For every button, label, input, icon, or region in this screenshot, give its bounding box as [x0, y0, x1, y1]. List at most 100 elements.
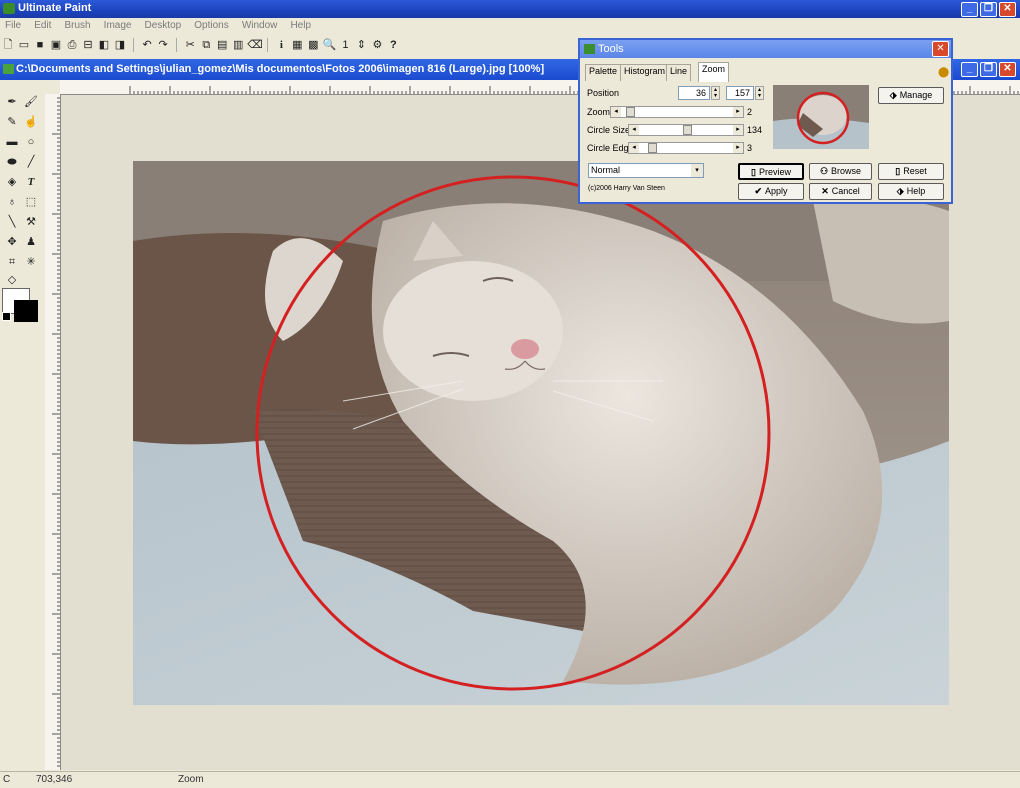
menu-desktop[interactable]: Desktop	[140, 18, 187, 31]
zoom-icon[interactable]: 🔍	[322, 38, 337, 52]
open-icon[interactable]: ▭	[17, 38, 31, 52]
hammer-icon[interactable]: ⚒	[23, 214, 39, 230]
restore-button[interactable]: ❐	[980, 2, 997, 17]
zoom-slider[interactable]: ◂ ▸	[610, 106, 744, 118]
app-logo-icon	[3, 3, 15, 14]
tools-dialog-title-bar[interactable]: Tools ✕	[580, 40, 951, 58]
tab-histogram[interactable]: Histogram	[620, 64, 670, 81]
print-preview-icon[interactable]: ⊟	[81, 38, 95, 52]
close-button[interactable]: ✕	[999, 2, 1016, 17]
menu-options[interactable]: Options	[189, 18, 233, 31]
airbrush-icon[interactable]: ✎	[4, 114, 20, 130]
sparkle-icon[interactable]: ✳	[23, 254, 39, 270]
zoom-slider-thumb[interactable]	[626, 107, 636, 117]
position-x-input[interactable]: 36	[678, 86, 710, 100]
zoom-label: Zoom	[587, 107, 611, 117]
smudge-icon[interactable]: ☝	[23, 114, 39, 130]
help-button[interactable]: ⬗ Help	[878, 183, 944, 200]
position-y-input[interactable]: 157	[726, 86, 754, 100]
line-icon[interactable]: ╱	[23, 154, 39, 170]
browse-button[interactable]: ⚇ Browse	[809, 163, 872, 180]
cancel-button-label: Cancel	[831, 186, 860, 196]
cat-photo-canvas[interactable]	[133, 161, 949, 705]
select-icon[interactable]: ⬚	[23, 194, 39, 210]
circle-edge-slider[interactable]: ◂ ▸	[628, 142, 744, 154]
secondary-color-swatch[interactable]	[14, 300, 38, 322]
copy-icon[interactable]: ⧉	[199, 38, 213, 52]
new-icon[interactable]: 🗋	[1, 38, 15, 52]
export-icon[interactable]: ◧	[97, 38, 111, 52]
doc-close-button[interactable]: ✕	[999, 62, 1016, 77]
move-icon[interactable]: ✥	[4, 234, 20, 250]
position-y-stepper[interactable]: ▴ ▾	[755, 86, 764, 100]
plugins-icon[interactable]: ⚙	[370, 38, 384, 52]
preview-icon: ▯	[751, 167, 756, 177]
circle-size-value: 134	[747, 125, 763, 135]
save-as-icon[interactable]: ▣	[49, 38, 63, 52]
apply-button[interactable]: ✔ Apply	[738, 183, 804, 200]
toolbar-separator	[176, 38, 178, 52]
doc-restore-button[interactable]: ❐	[980, 62, 997, 77]
app-title-bar: Ultimate Paint _ ❐ ✕	[0, 0, 1020, 18]
menu-file[interactable]: File	[0, 18, 26, 31]
page-stepper-icon[interactable]: ⇕	[354, 38, 368, 52]
tab-palette[interactable]: Palette	[585, 64, 622, 81]
clear-icon[interactable]: ⌫	[247, 38, 263, 52]
stamp-icon[interactable]: ♟	[23, 234, 39, 250]
manage-button[interactable]: ⬗ Manage	[878, 87, 944, 104]
oval-fill-icon[interactable]: ⬬	[4, 154, 20, 170]
zoom-slider-right-arrow[interactable]: ▸	[733, 107, 743, 117]
circle-edge-slider-thumb[interactable]	[647, 143, 657, 153]
circle-size-slider-thumb[interactable]	[683, 125, 693, 135]
menu-edit[interactable]: Edit	[29, 18, 56, 31]
circle-edge-slider-right-arrow[interactable]: ▸	[733, 143, 743, 153]
brush-icon[interactable]: 🖌	[23, 94, 39, 110]
position-x-stepper[interactable]: ▴ ▾	[711, 86, 720, 100]
chevron-down-icon[interactable]: ▾	[691, 164, 703, 177]
reset-button[interactable]: ▯ Reset	[878, 163, 944, 180]
menu-image[interactable]: Image	[99, 18, 137, 31]
cancel-button[interactable]: ✕ Cancel	[809, 183, 872, 200]
redo-icon[interactable]: ↷	[156, 38, 170, 52]
paste-icon[interactable]: ▤	[215, 38, 229, 52]
pen-icon[interactable]: ✒	[4, 94, 20, 110]
menu-window[interactable]: Window	[237, 18, 283, 31]
grid-icon[interactable]: ▩	[306, 38, 320, 52]
preview-button[interactable]: ▯ Preview	[738, 163, 804, 180]
doc-minimize-button[interactable]: _	[961, 62, 978, 77]
circle-size-slider[interactable]: ◂ ▸	[628, 124, 744, 136]
manage-icon: ⬗	[889, 90, 897, 100]
blend-mode-select[interactable]: Normal ▾	[588, 163, 704, 178]
pin-icon[interactable]: ⬤	[938, 67, 949, 78]
ellipse-icon[interactable]: ○	[23, 134, 39, 150]
crop-icon[interactable]: ⌗	[4, 254, 20, 270]
properties-icon[interactable]: ▦	[290, 38, 304, 52]
rectangle-icon[interactable]: ▬	[4, 134, 20, 150]
tools-dialog-close-button[interactable]: ✕	[932, 41, 949, 57]
eraser-icon[interactable]: ◇	[4, 272, 20, 288]
menu-help[interactable]: Help	[285, 18, 316, 31]
circle-size-slider-left-arrow[interactable]: ◂	[629, 125, 639, 135]
fill-icon[interactable]: ◈	[4, 174, 20, 190]
minimize-button[interactable]: _	[961, 2, 978, 17]
import-icon[interactable]: ◨	[113, 38, 127, 52]
text-icon[interactable]: T	[23, 174, 39, 190]
apply-button-label: Apply	[765, 186, 788, 196]
undo-icon[interactable]: ↶	[140, 38, 154, 52]
menu-brush[interactable]: Brush	[59, 18, 95, 31]
app-title: Ultimate Paint	[18, 2, 92, 14]
circle-edge-slider-left-arrow[interactable]: ◂	[629, 143, 639, 153]
tab-zoom[interactable]: Zoom	[698, 62, 730, 82]
print-icon[interactable]: ⎙	[65, 38, 79, 52]
zoom-slider-left-arrow[interactable]: ◂	[611, 107, 621, 117]
save-icon[interactable]: ■	[33, 38, 47, 52]
help-icon[interactable]: ?	[386, 38, 400, 52]
info-icon[interactable]: i	[274, 38, 288, 52]
default-colors-icon[interactable]	[2, 312, 11, 321]
paste-new-icon[interactable]: ▥	[231, 38, 245, 52]
lasso-icon[interactable]: ♁	[4, 194, 20, 210]
circle-size-slider-right-arrow[interactable]: ▸	[733, 125, 743, 135]
eyedropper-icon[interactable]: ╲	[4, 214, 20, 230]
cut-icon[interactable]: ✂	[183, 38, 197, 52]
tab-line[interactable]: Line	[666, 64, 692, 81]
